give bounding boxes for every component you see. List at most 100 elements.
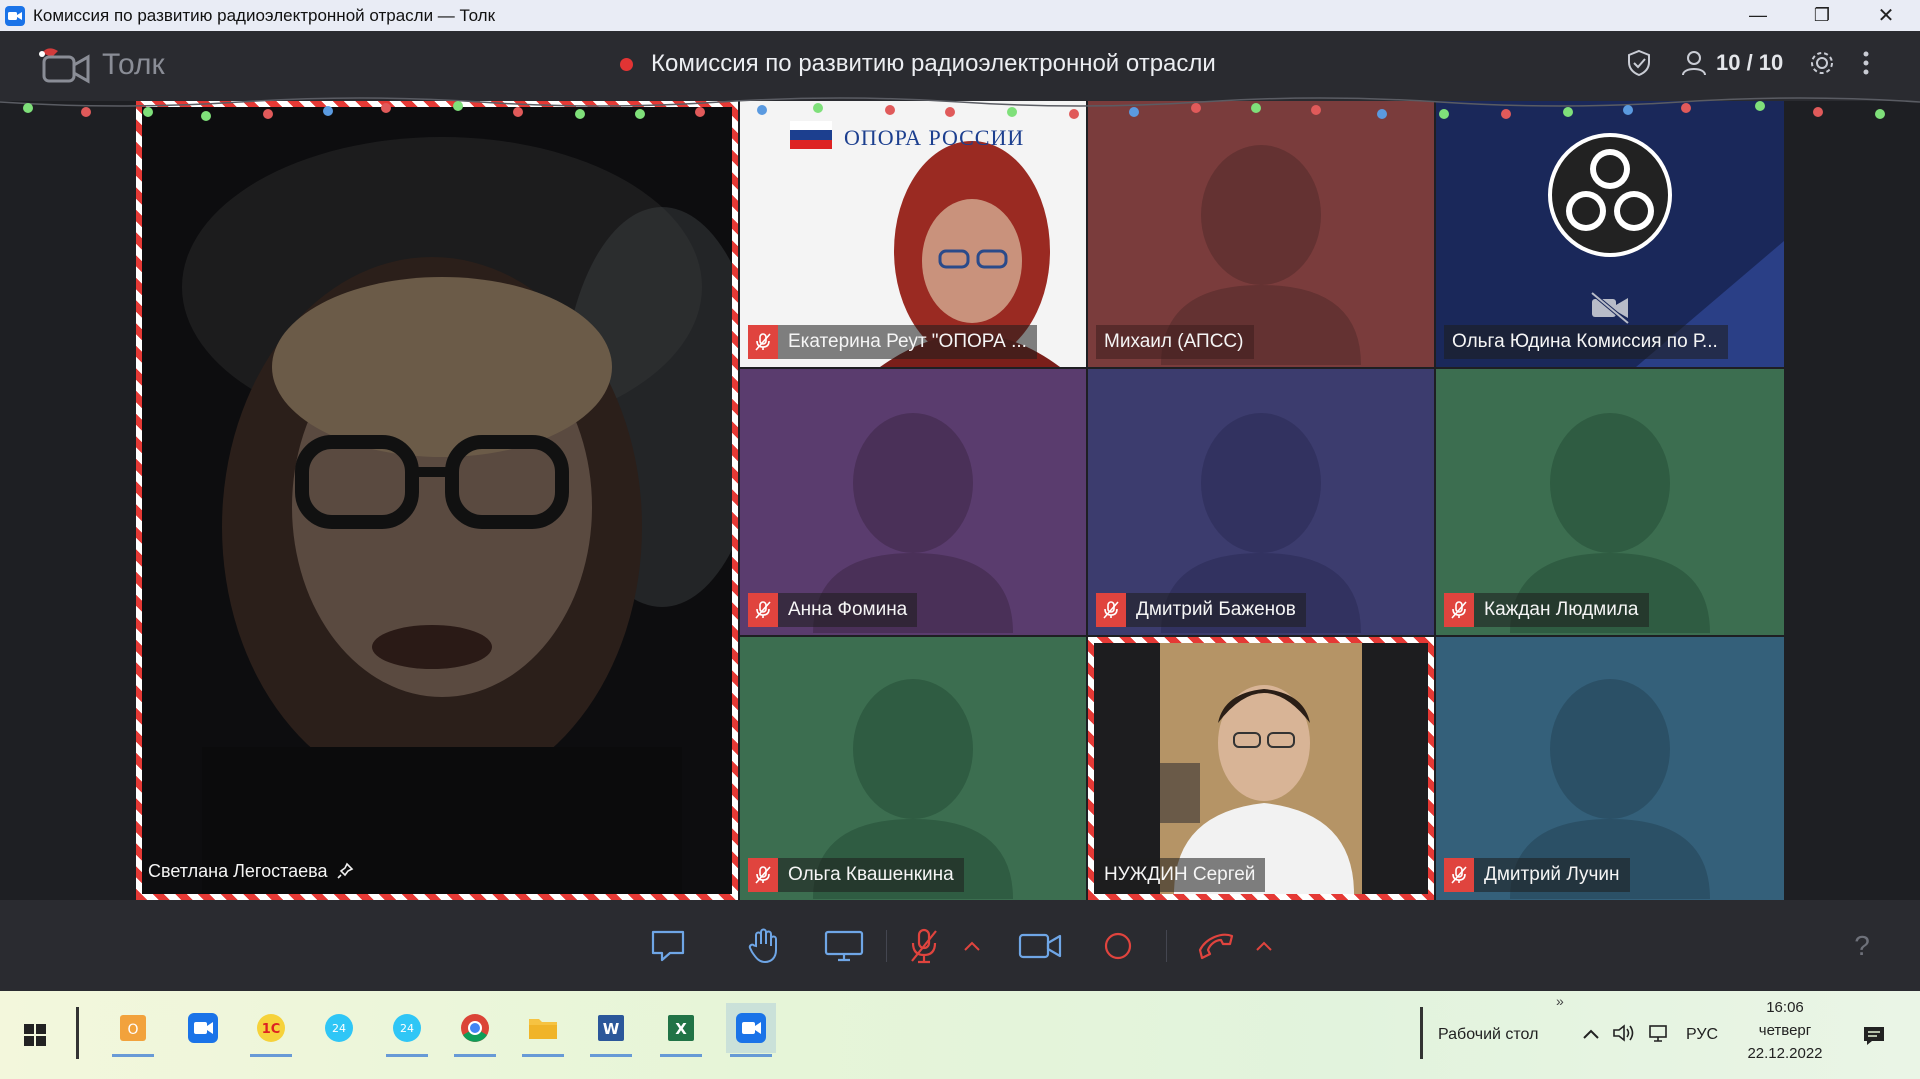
- record-button[interactable]: [1096, 926, 1140, 966]
- more-vertical-icon: [1863, 51, 1869, 75]
- mic-off-icon: [911, 928, 937, 964]
- participants-button[interactable]: 10 / 10: [1680, 49, 1783, 77]
- speaker-video: [142, 107, 732, 894]
- taskbar-divider: [1420, 1007, 1423, 1059]
- bitrix24-icon: 24: [325, 1014, 353, 1042]
- restore-icon: ❐: [1813, 5, 1831, 25]
- chevron-up-icon: [1583, 1029, 1599, 1039]
- toolbar-divider: [886, 930, 887, 962]
- participant-name: Дмитрий Лучин: [1484, 864, 1620, 885]
- participant-name-tag: Анна Фомина: [748, 593, 918, 627]
- participant-name: НУЖДИН Сергей: [1104, 864, 1256, 885]
- gear-icon: [1811, 52, 1833, 74]
- taskbar-app-outlook[interactable]: O: [108, 1003, 158, 1057]
- participant-name: Ольга Квашенкина: [788, 864, 954, 885]
- help-button[interactable]: ?: [1840, 926, 1884, 966]
- security-shield-button[interactable]: [1626, 49, 1652, 77]
- minimize-button[interactable]: —: [1726, 0, 1790, 31]
- speaker-tile[interactable]: Светлана Легостаева: [136, 101, 738, 900]
- start-button[interactable]: [10, 1010, 60, 1060]
- chevron-up-icon: [964, 941, 980, 951]
- participant-tile[interactable]: ОПОРА РОССИИ Екатерина Реут "ОПОРА ...: [740, 101, 1086, 367]
- participant-name-tag: Дмитрий Баженов: [1096, 593, 1306, 627]
- taskbar-divider: [76, 1007, 79, 1059]
- chat-button[interactable]: [646, 926, 690, 966]
- meeting-title: Комиссия по развитию радиоэлектронной от…: [620, 50, 1216, 78]
- chrome-icon: [461, 1014, 489, 1042]
- app-active-underline: [590, 1054, 632, 1057]
- participant-tile[interactable]: Каждан Людмила: [1436, 369, 1784, 635]
- participant-tile[interactable]: Ольга Квашенкина: [740, 637, 1086, 900]
- participant-name: Анна Фомина: [788, 599, 908, 620]
- mic-off-icon: [748, 593, 778, 627]
- participant-tile[interactable]: Дмитрий Лучин: [1436, 637, 1784, 900]
- participant-name: Дмитрий Баженов: [1136, 599, 1296, 620]
- participant-tile[interactable]: Дмитрий Баженов: [1088, 369, 1434, 635]
- participant-tile[interactable]: Михаил (АПСС): [1088, 101, 1434, 367]
- clock[interactable]: 16:06 четверг 22.12.2022: [1730, 999, 1840, 1062]
- leave-options-button[interactable]: [1252, 926, 1276, 966]
- raise-hand-button[interactable]: [742, 926, 786, 966]
- network-button[interactable]: [1648, 1023, 1672, 1048]
- taskbar-app-chrome[interactable]: [450, 1003, 500, 1057]
- microphone-options-button[interactable]: [960, 926, 984, 966]
- 1c-icon: 1С: [257, 1014, 285, 1042]
- more-menu-button[interactable]: [1862, 49, 1870, 77]
- folder-icon: [529, 1019, 557, 1039]
- clock-date: 22.12.2022: [1747, 1045, 1823, 1062]
- notification-icon: [1864, 1027, 1884, 1045]
- participant-name-tag: Михаил (АПСС): [1096, 325, 1254, 359]
- close-button[interactable]: ✕: [1854, 0, 1918, 31]
- participant-name-tag: НУЖДИН Сергей: [1096, 858, 1266, 892]
- record-icon: [1104, 932, 1132, 960]
- app-active-underline: [660, 1054, 702, 1057]
- mic-off-icon: [748, 858, 778, 892]
- toolbar-divider: [1166, 930, 1167, 962]
- outlook-icon: O: [120, 1015, 146, 1041]
- participant-name: Михаил (АПСС): [1104, 331, 1244, 352]
- camera-logo-icon: [39, 48, 90, 84]
- notifications-button[interactable]: [1862, 1025, 1886, 1052]
- taskbar-app-bitrix24-2[interactable]: 24: [382, 1003, 432, 1057]
- app-active-underline: [522, 1054, 564, 1057]
- app-header: Толк Комиссия по развитию радиоэлектронн…: [0, 31, 1920, 101]
- app-logo: Толк: [36, 45, 165, 85]
- language-indicator[interactable]: РУС: [1686, 1026, 1718, 1044]
- participant-tile-active[interactable]: НУЖДИН Сергей: [1088, 637, 1434, 900]
- window-titlebar: Комиссия по развитию радиоэлектронной от…: [0, 0, 1920, 31]
- participant-name: Светлана Легостаева: [148, 860, 328, 881]
- mic-off-icon: [748, 325, 778, 359]
- tray-overflow-button[interactable]: [1582, 1027, 1600, 1045]
- camera-toggle-button[interactable]: [1018, 926, 1062, 966]
- screen-share-button[interactable]: [822, 926, 866, 966]
- toolbar-expand-chevron[interactable]: »: [1556, 993, 1564, 1009]
- recording-indicator-icon: [620, 57, 633, 71]
- svg-text:W: W: [603, 1020, 620, 1038]
- maximize-button[interactable]: ❐: [1790, 0, 1854, 31]
- taskbar-app-1c[interactable]: 1С: [246, 1003, 296, 1057]
- mic-off-icon: [1444, 858, 1474, 892]
- taskbar-app-bitrix24[interactable]: 24: [314, 1003, 364, 1053]
- taskbar-app-tolk[interactable]: [178, 1003, 228, 1053]
- participant-tile[interactable]: Анна Фомина: [740, 369, 1086, 635]
- taskbar-app-explorer[interactable]: [518, 1003, 568, 1057]
- clock-time: 16:06: [1766, 999, 1804, 1016]
- clock-weekday: четверг: [1758, 1022, 1812, 1039]
- participant-name-tag: Каждан Людмила: [1444, 593, 1649, 627]
- participants-count: 10 / 10: [1716, 50, 1784, 75]
- microphone-toggle-button[interactable]: [902, 926, 946, 966]
- settings-button[interactable]: [1808, 49, 1836, 77]
- mic-off-icon: [1444, 593, 1474, 627]
- leave-call-button[interactable]: [1194, 926, 1238, 966]
- taskbar-app-excel[interactable]: X: [656, 1003, 706, 1057]
- word-icon: W: [598, 1015, 624, 1041]
- participant-tile[interactable]: Ольга Юдина Комиссия по Р...: [1436, 101, 1784, 367]
- taskbar-app-tolk-active[interactable]: [726, 1003, 776, 1057]
- volume-button[interactable]: [1612, 1023, 1636, 1048]
- svg-text:X: X: [675, 1020, 687, 1038]
- desktop-toolbar-label[interactable]: Рабочий стол: [1438, 1026, 1538, 1044]
- svg-text:O: O: [127, 1022, 138, 1038]
- svg-text:1С: 1С: [262, 1022, 281, 1037]
- meeting-title-text: Комиссия по развитию радиоэлектронной от…: [651, 50, 1216, 77]
- taskbar-app-word[interactable]: W: [586, 1003, 636, 1057]
